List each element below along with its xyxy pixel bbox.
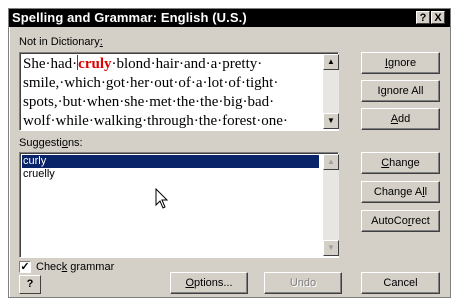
add-button[interactable]: Add <box>361 108 440 130</box>
dialog-title: Spelling and Grammar: English (U.S.) <box>12 10 247 25</box>
mouse-pointer-icon <box>155 188 169 209</box>
help-icon[interactable]: ? <box>416 11 430 24</box>
scroll-up-icon[interactable]: ▲ <box>323 54 339 70</box>
not-in-dictionary-textbox[interactable]: She·had·cruly·blond·hair·and·a·pretty· s… <box>19 52 339 131</box>
scroll-up-icon[interactable]: ▲ <box>323 154 339 170</box>
suggestions-list[interactable]: curly cruelly <box>19 152 339 258</box>
sentence-scrollbar[interactable]: ▲ ▼ <box>323 54 339 129</box>
ignore-all-button[interactable]: Ignore All <box>361 80 440 102</box>
autocorrect-button[interactable]: AutoCorrect <box>361 210 440 232</box>
title-bar[interactable]: Spelling and Grammar: English (U.S.) ? X <box>9 9 450 27</box>
check-grammar-checkbox[interactable]: ✓ <box>19 261 31 273</box>
not-in-dictionary-label: Not in Dictionary: <box>19 36 103 48</box>
change-button[interactable]: Change <box>361 152 440 174</box>
misspelled-word[interactable]: cruly <box>78 56 111 72</box>
check-grammar-label[interactable]: Check grammar <box>36 261 114 273</box>
suggestions-label: Suggestions: <box>19 137 83 149</box>
sentence-text[interactable]: She·had·cruly·blond·hair·and·a·pretty· s… <box>23 55 323 130</box>
scroll-down-icon[interactable]: ▼ <box>323 240 339 256</box>
cancel-button[interactable]: Cancel <box>361 272 440 294</box>
spelling-grammar-dialog: Spelling and Grammar: English (U.S.) ? X… <box>8 8 451 298</box>
close-icon[interactable]: X <box>431 11 445 24</box>
suggestion-item[interactable]: curly <box>22 155 319 168</box>
change-all-button[interactable]: Change All <box>361 181 440 203</box>
suggestions-scrollbar[interactable]: ▲ ▼ <box>323 154 339 256</box>
suggestion-item[interactable]: cruelly <box>22 168 319 181</box>
undo-button[interactable]: Undo <box>264 272 342 294</box>
help-button[interactable]: ? <box>19 275 41 294</box>
ignore-button[interactable]: Ignore <box>361 52 440 74</box>
options-button[interactable]: Options... <box>170 272 248 294</box>
scroll-down-icon[interactable]: ▼ <box>323 113 339 129</box>
